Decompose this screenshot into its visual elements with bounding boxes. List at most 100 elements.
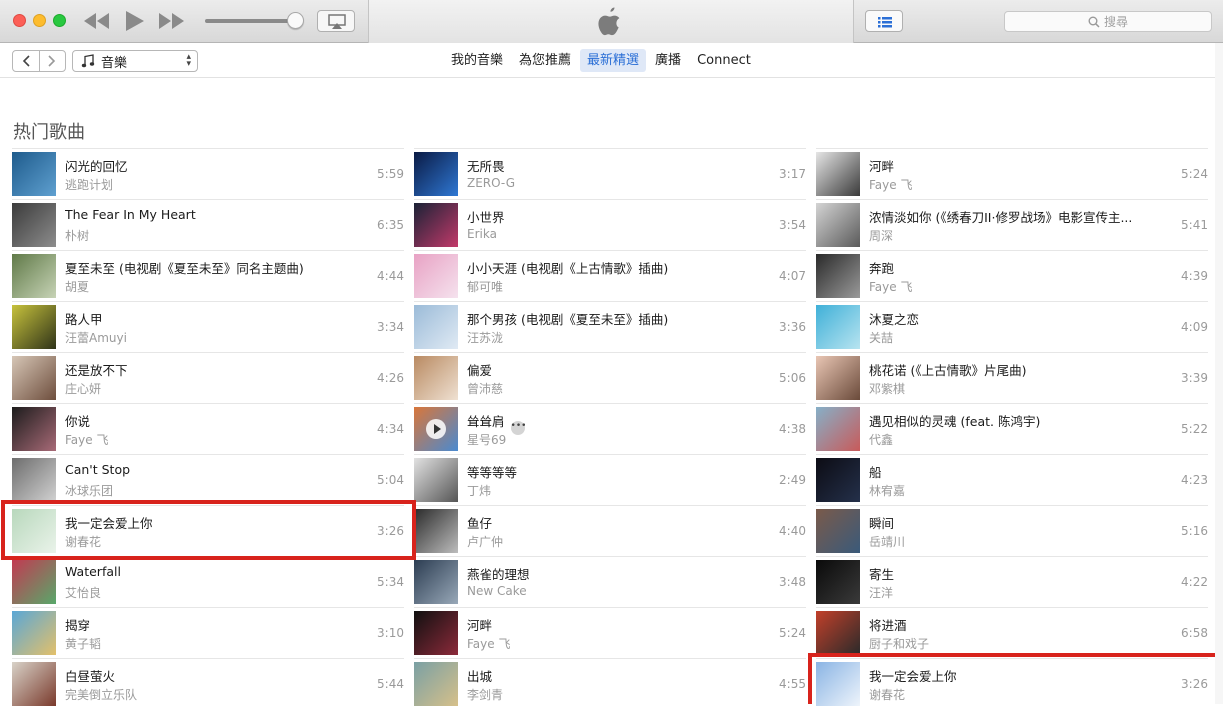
song-artist[interactable]: 胡夏: [65, 278, 89, 295]
song-title[interactable]: 河畔: [869, 156, 894, 175]
song-artist[interactable]: 艾怡良: [65, 584, 101, 601]
album-art[interactable]: [12, 254, 56, 298]
song-row[interactable]: 河畔 Faye 飞 5:24: [816, 148, 1208, 199]
song-title[interactable]: Waterfall: [65, 564, 121, 579]
search-input[interactable]: 搜尋: [1004, 11, 1212, 32]
song-title[interactable]: 白昼萤火: [65, 666, 115, 685]
song-row[interactable]: 小小天涯 (电视剧《上古情歌》插曲) 郁可唯 4:07: [414, 250, 806, 301]
song-title[interactable]: 夏至未至 (电视剧《夏至未至》同名主题曲): [65, 258, 304, 277]
song-title[interactable]: 寄生: [869, 564, 894, 583]
song-row[interactable]: 我一定会爱上你 谢春花 3:26: [816, 658, 1208, 709]
song-artist[interactable]: 逃跑计划: [65, 176, 113, 193]
song-row[interactable]: 揭穿 黄子韬 3:10: [12, 607, 404, 658]
song-artist[interactable]: 汪洋: [869, 584, 893, 601]
album-art[interactable]: [12, 560, 56, 604]
song-title[interactable]: 燕雀的理想: [467, 564, 530, 583]
song-artist[interactable]: Erika: [467, 227, 497, 241]
song-title[interactable]: The Fear In My Heart: [65, 207, 196, 222]
album-art[interactable]: [414, 356, 458, 400]
song-row[interactable]: 寄生 汪洋 4:22: [816, 556, 1208, 607]
song-row[interactable]: Can't Stop 冰球乐团 5:04: [12, 454, 404, 505]
up-next-button[interactable]: [865, 10, 903, 32]
song-title[interactable]: 小小天涯 (电视剧《上古情歌》插曲): [467, 258, 668, 277]
song-title[interactable]: 将进酒: [869, 615, 907, 634]
song-title[interactable]: 小世界: [467, 207, 505, 226]
song-title[interactable]: 鱼仔: [467, 513, 492, 532]
tab-1[interactable]: 為您推薦: [512, 49, 578, 72]
song-title[interactable]: 出城: [467, 666, 492, 685]
song-row[interactable]: 小世界 Erika 3:54: [414, 199, 806, 250]
song-title[interactable]: 那个男孩 (电视剧《夏至未至》插曲): [467, 309, 668, 328]
song-row[interactable]: 桃花诺 (《上古情歌》片尾曲) 邓紫棋 3:39: [816, 352, 1208, 403]
song-row[interactable]: 那个男孩 (电视剧《夏至未至》插曲) 汪苏泷 3:36: [414, 301, 806, 352]
tab-4[interactable]: Connect: [690, 49, 758, 72]
album-art[interactable]: [12, 458, 56, 502]
song-row[interactable]: 河畔 Faye 飞 5:24: [414, 607, 806, 658]
song-artist[interactable]: 邓紫棋: [869, 380, 905, 397]
song-row[interactable]: 鱼仔 卢广仲 4:40: [414, 505, 806, 556]
tab-2[interactable]: 最新精選: [580, 49, 647, 72]
song-title[interactable]: 瞬间: [869, 513, 894, 532]
album-art[interactable]: [816, 407, 860, 451]
song-title[interactable]: 还是放不下: [65, 360, 128, 379]
album-art[interactable]: [816, 152, 860, 196]
song-row[interactable]: 船林宥嘉 4:23: [816, 454, 1208, 505]
song-title[interactable]: 奔跑: [869, 258, 894, 277]
song-artist[interactable]: 关喆: [869, 329, 893, 346]
song-title[interactable]: 船: [869, 462, 882, 481]
song-artist[interactable]: 岳靖川: [869, 533, 905, 550]
song-artist[interactable]: ZERO-G: [467, 176, 515, 190]
album-art[interactable]: [12, 509, 56, 553]
album-art[interactable]: [816, 662, 860, 706]
song-artist[interactable]: Faye 飞: [869, 278, 912, 295]
album-art[interactable]: [12, 152, 56, 196]
album-art[interactable]: [414, 560, 458, 604]
album-art[interactable]: [816, 203, 860, 247]
album-art[interactable]: [414, 458, 458, 502]
more-options-icon[interactable]: •••: [510, 421, 525, 435]
song-row[interactable]: The Fear In My Heart 朴树 6:35: [12, 199, 404, 250]
scrollbar[interactable]: [1215, 43, 1223, 704]
song-title[interactable]: 无所畏: [467, 156, 505, 175]
song-artist[interactable]: 庄心妍: [65, 380, 101, 397]
song-artist[interactable]: 李剑青: [467, 686, 503, 703]
media-kind-select[interactable]: 音樂 ▴ ▾: [72, 50, 198, 72]
album-art[interactable]: [816, 560, 860, 604]
song-row[interactable]: 奔跑 Faye 飞 4:39: [816, 250, 1208, 301]
song-artist[interactable]: 汪苏泷: [467, 329, 503, 346]
song-title[interactable]: Can't Stop: [65, 462, 130, 477]
song-title[interactable]: 桃花诺 (《上古情歌》片尾曲): [869, 360, 1026, 379]
song-artist[interactable]: 谢春花: [869, 686, 905, 703]
song-artist[interactable]: 星号69: [467, 431, 506, 448]
song-title[interactable]: 河畔: [467, 615, 492, 634]
song-title[interactable]: 偏爱: [467, 360, 492, 379]
album-art[interactable]: [816, 509, 860, 553]
song-artist[interactable]: 厨子和戏子: [869, 635, 929, 652]
song-row[interactable]: 遇见相似的灵魂 (feat. 陈鸿宇) 代鑫 5:22: [816, 403, 1208, 454]
album-art[interactable]: [414, 152, 458, 196]
minimize-window-button[interactable]: [33, 14, 46, 27]
album-art[interactable]: [12, 203, 56, 247]
song-artist[interactable]: 郁可唯: [467, 278, 503, 295]
album-art[interactable]: [414, 662, 458, 706]
volume-knob[interactable]: [287, 12, 304, 29]
song-artist[interactable]: 卢广仲: [467, 533, 503, 550]
song-row[interactable]: 你说 Faye 飞 4:34: [12, 403, 404, 454]
play-overlay-icon[interactable]: [426, 419, 446, 439]
back-button[interactable]: [13, 51, 40, 71]
album-art[interactable]: [414, 611, 458, 655]
song-title[interactable]: 揭穿: [65, 615, 90, 634]
album-art[interactable]: [816, 305, 860, 349]
song-artist[interactable]: New Cake: [467, 584, 527, 598]
song-artist[interactable]: 代鑫: [869, 431, 893, 448]
song-title[interactable]: 路人甲: [65, 309, 103, 328]
song-artist[interactable]: 完美倒立乐队: [65, 686, 137, 703]
song-row[interactable]: 白昼萤火 完美倒立乐队 5:44: [12, 658, 404, 709]
album-art[interactable]: [12, 305, 56, 349]
rewind-icon[interactable]: [84, 13, 110, 29]
song-artist[interactable]: 黄子韬: [65, 635, 101, 652]
song-artist[interactable]: Faye 飞: [467, 635, 510, 652]
song-artist[interactable]: 朴树: [65, 227, 89, 244]
song-row[interactable]: 偏爱 曾沛慈 5:06: [414, 352, 806, 403]
tab-0[interactable]: 我的音樂: [444, 49, 510, 72]
